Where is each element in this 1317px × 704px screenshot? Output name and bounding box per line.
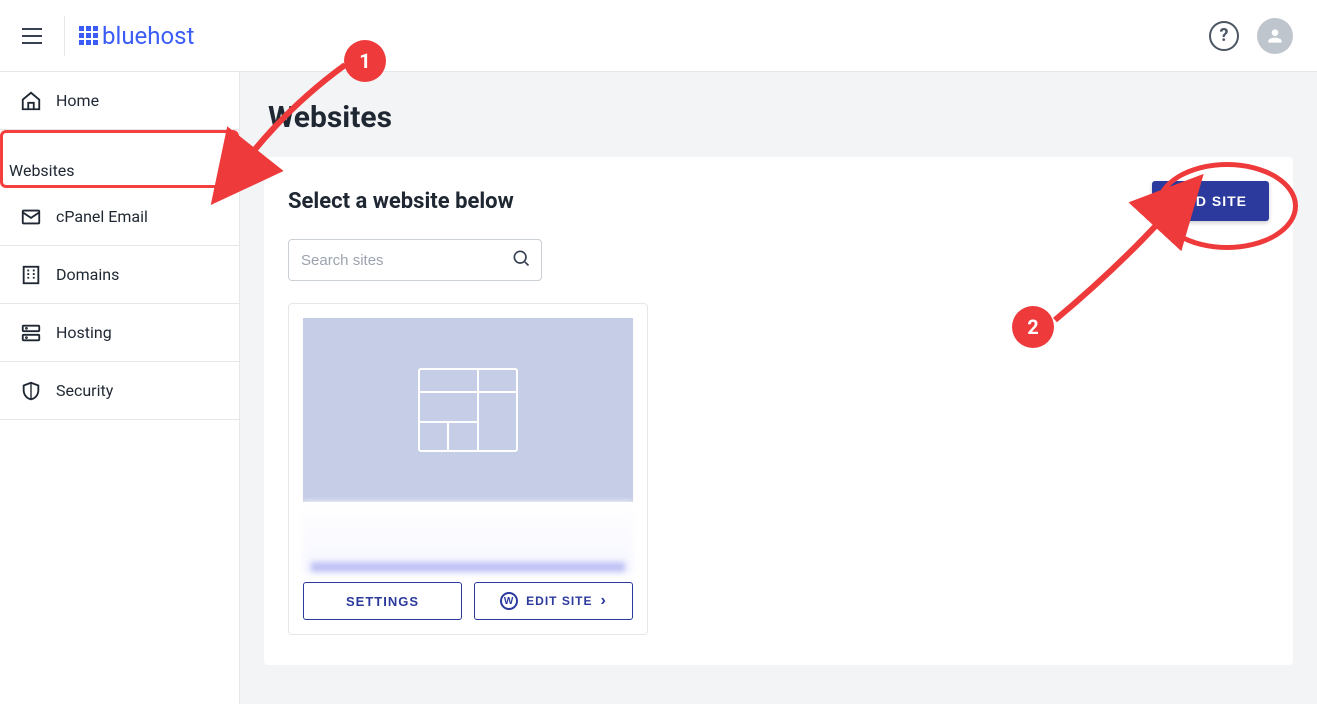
menu-toggle-button[interactable] bbox=[14, 18, 50, 54]
server-icon bbox=[20, 322, 42, 344]
sidebar-item-home[interactable]: Home bbox=[0, 72, 239, 130]
hamburger-icon bbox=[22, 28, 42, 44]
divider bbox=[64, 16, 65, 56]
dashboard-icon bbox=[9, 139, 31, 161]
site-card: SETTINGS W EDIT SITE › bbox=[288, 303, 648, 635]
mail-icon bbox=[20, 206, 42, 228]
settings-button[interactable]: SETTINGS bbox=[303, 582, 462, 620]
site-preview-blur bbox=[303, 502, 633, 574]
sidebar-item-websites[interactable]: Websites bbox=[0, 130, 239, 188]
sidebar-item-label: Security bbox=[56, 381, 113, 400]
brand-name: bluehost bbox=[102, 22, 194, 50]
annotation-badge-2: 2 bbox=[1012, 306, 1054, 348]
layout-icon bbox=[418, 368, 518, 452]
main-layout: Home Websites cPanel Email Domains bbox=[0, 72, 1317, 704]
grid-icon bbox=[79, 26, 98, 45]
main-content: Websites Select a website below ADD SITE bbox=[240, 72, 1317, 704]
brand-logo[interactable]: bluehost bbox=[79, 22, 194, 50]
websites-card: Select a website below ADD SITE bbox=[264, 157, 1293, 665]
edit-site-label: EDIT SITE bbox=[526, 595, 592, 607]
home-icon bbox=[20, 90, 42, 112]
sidebar-item-label: cPanel Email bbox=[56, 207, 148, 226]
sidebar-item-label: Domains bbox=[56, 265, 119, 284]
sidebar-item-cpanel-email[interactable]: cPanel Email bbox=[0, 188, 239, 246]
header-actions: ? bbox=[1209, 18, 1303, 54]
card-header: Select a website below ADD SITE bbox=[288, 181, 1269, 221]
top-header: bluehost ? bbox=[0, 0, 1317, 72]
sidebar-item-label: Home bbox=[56, 91, 99, 110]
sidebar-item-label: Hosting bbox=[56, 323, 112, 342]
search-input[interactable] bbox=[301, 252, 511, 269]
site-thumbnail[interactable] bbox=[303, 318, 633, 502]
annotation-badge-1: 1 bbox=[344, 40, 386, 82]
add-site-button[interactable]: ADD SITE bbox=[1152, 181, 1269, 221]
shield-icon bbox=[20, 380, 42, 402]
search-icon bbox=[511, 248, 531, 272]
site-actions: SETTINGS W EDIT SITE › bbox=[289, 574, 647, 634]
person-icon bbox=[1265, 26, 1285, 46]
chevron-right-icon: › bbox=[601, 592, 607, 610]
help-button[interactable]: ? bbox=[1209, 21, 1239, 51]
sidebar: Home Websites cPanel Email Domains bbox=[0, 72, 240, 704]
edit-site-button[interactable]: W EDIT SITE › bbox=[474, 582, 633, 620]
account-button[interactable] bbox=[1257, 18, 1293, 54]
sidebar-item-hosting[interactable]: Hosting bbox=[0, 304, 239, 362]
building-icon bbox=[20, 264, 42, 286]
sidebar-item-security[interactable]: Security bbox=[0, 362, 239, 420]
sidebar-item-domains[interactable]: Domains bbox=[0, 246, 239, 304]
page-title: Websites bbox=[268, 100, 1293, 135]
card-title: Select a website below bbox=[288, 189, 514, 214]
search-sites-box[interactable] bbox=[288, 239, 542, 281]
sidebar-item-label: Websites bbox=[9, 161, 75, 180]
wordpress-icon: W bbox=[500, 592, 518, 610]
